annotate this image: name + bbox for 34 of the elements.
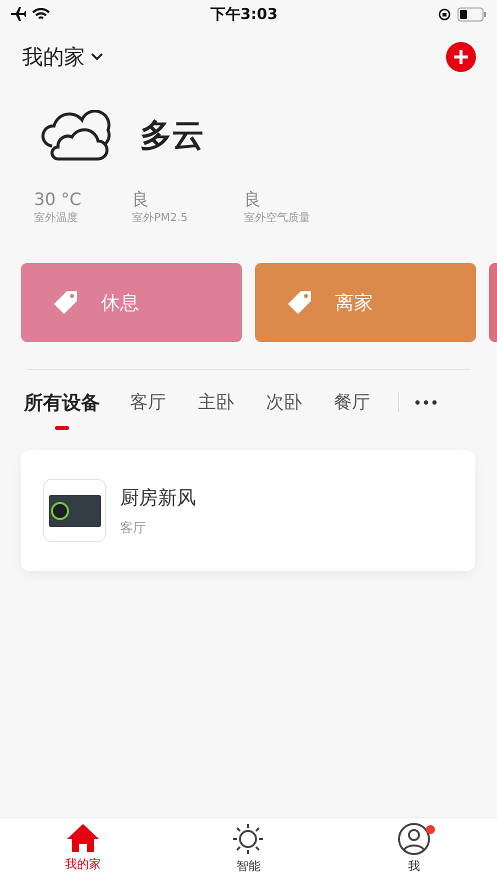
device-card[interactable]: 厨房新风 客厅 <box>21 450 475 571</box>
rotation-lock-icon <box>438 8 451 20</box>
stat-value: 30 °C <box>34 190 82 210</box>
room-tab[interactable]: 客厅 <box>130 390 166 414</box>
wifi-icon <box>32 8 50 20</box>
stat-value: 良 <box>132 190 150 210</box>
sun-icon <box>231 822 266 856</box>
airplane-icon <box>10 7 26 21</box>
add-button[interactable] <box>446 42 476 72</box>
room-tab[interactable]: 次卧 <box>266 390 302 414</box>
nav-tab[interactable]: 我 <box>369 818 460 883</box>
stat-value: 良 <box>244 190 262 210</box>
home-selector[interactable]: 我的家 <box>22 43 103 71</box>
device-room: 客厅 <box>120 520 147 536</box>
stat-label: 室外空气质量 <box>244 210 311 225</box>
nav-tab[interactable]: 我的家 <box>38 818 128 883</box>
stat-label: 室外PM2.5 <box>132 210 189 225</box>
weather-condition: 多云 <box>140 115 204 156</box>
tag-icon <box>287 290 313 316</box>
chevron-down-icon <box>91 53 103 61</box>
plus-icon <box>453 49 469 65</box>
device-name: 厨房新风 <box>120 486 196 510</box>
status-time: 下午3:03 <box>210 4 278 24</box>
room-tab[interactable]: 主卧 <box>198 390 234 414</box>
device-panel-icon <box>48 494 100 526</box>
nav-tab[interactable]: 智能 <box>203 818 294 883</box>
more-icon <box>415 400 437 404</box>
home-icon <box>66 822 100 854</box>
user-icon <box>397 822 432 856</box>
room-tab[interactable]: 所有设备 <box>24 390 100 430</box>
stat-label: 室外温度 <box>34 210 79 225</box>
tag-icon <box>53 290 79 316</box>
room-tab[interactable]: 餐厅 <box>334 390 370 414</box>
battery-icon <box>457 6 487 22</box>
